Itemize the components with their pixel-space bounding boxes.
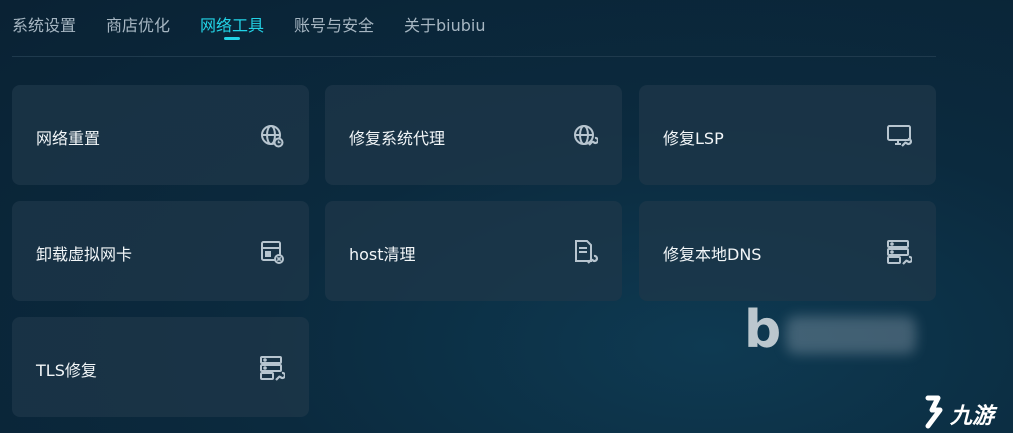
fix-system-proxy-card[interactable]: 修复系统代理: [325, 85, 622, 185]
card-label: 网络重置: [36, 129, 101, 148]
card-label: TLS修复: [36, 361, 97, 380]
globe-refresh-icon: [259, 123, 285, 149]
tab-store-optimization[interactable]: 商店优化: [106, 12, 170, 36]
server-wrench-icon: [259, 355, 285, 381]
server-wrench-icon: [886, 239, 912, 265]
tab-system-settings[interactable]: 系统设置: [12, 12, 76, 36]
monitor-wrench-icon: [886, 123, 912, 149]
fix-local-dns-card[interactable]: 修复本地DNS: [639, 201, 936, 301]
globe-wrench-icon: [572, 123, 598, 149]
blurred-logo-watermark: [786, 316, 916, 354]
card-label: 修复系统代理: [349, 129, 446, 148]
active-tab-indicator: [224, 37, 240, 40]
biubiu-logo-watermark: b: [744, 300, 782, 360]
tab-about[interactable]: 关于biubiu: [404, 12, 486, 36]
tab-network-tools[interactable]: 网络工具: [200, 12, 264, 36]
card-label: host清理: [349, 245, 416, 264]
uninstall-virtual-nic-card[interactable]: 卸载虚拟网卡: [12, 201, 309, 301]
fix-lsp-card[interactable]: 修复LSP: [639, 85, 936, 185]
tab-bar: 系统设置 商店优化 网络工具 账号与安全 关于biubiu: [12, 0, 936, 57]
tls-repair-card[interactable]: TLS修复: [12, 317, 309, 417]
host-cleanup-card[interactable]: host清理: [325, 201, 622, 301]
jiuyou-logo: 九游: [925, 395, 998, 429]
network-card-remove-icon: [259, 239, 285, 265]
network-reset-card[interactable]: 网络重置: [12, 85, 309, 185]
tab-account-security[interactable]: 账号与安全: [294, 12, 374, 36]
card-label: 卸载虚拟网卡: [36, 245, 133, 264]
document-wrench-icon: [572, 239, 598, 265]
card-label: 修复LSP: [663, 129, 724, 148]
card-label: 修复本地DNS: [663, 245, 762, 264]
svg-text:九游: 九游: [949, 404, 998, 429]
